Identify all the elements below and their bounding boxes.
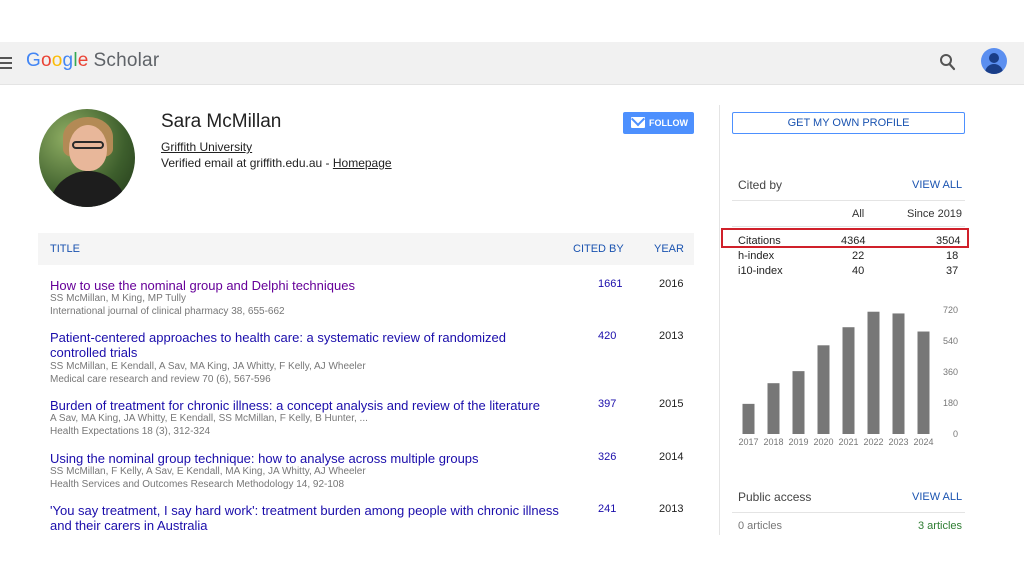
get-my-own-profile-button[interactable]: GET MY OWN PROFILE: [732, 112, 965, 134]
y-tick-label: 720: [943, 305, 958, 315]
y-tick-label: 540: [943, 336, 958, 346]
affiliation-link[interactable]: Griffith University: [161, 140, 252, 154]
citations-bar-2023[interactable]: [892, 313, 905, 434]
y-tick-label: 0: [953, 429, 958, 439]
article-title-link[interactable]: Burden of treatment for chronic illness:…: [50, 398, 565, 413]
article-venue: Health Expectations 18 (3), 312-324: [50, 426, 211, 437]
article-authors: A Sav, MA King, JA Whitty, E Kendall, SS…: [50, 413, 368, 424]
y-tick-label: 360: [943, 367, 958, 377]
search-icon[interactable]: [939, 52, 957, 72]
citations-bar-2022[interactable]: [867, 311, 880, 434]
x-tick-label: 2022: [863, 437, 883, 447]
article-year: 2016: [659, 278, 684, 290]
metric-label-i10-index: i10-index: [738, 265, 783, 277]
follow-button-label: FOLLOW: [649, 118, 688, 128]
article-authors: SS McMillan, M King, MP Tully: [50, 293, 186, 304]
x-tick-label: 2023: [888, 437, 908, 447]
logo-letter-o: o: [40, 50, 52, 71]
citations-bar-2019[interactable]: [792, 371, 805, 434]
article-year: 2015: [659, 398, 684, 410]
article-venue: Medical care research and review 70 (6),…: [50, 374, 271, 385]
profile-photo: [39, 109, 135, 207]
cited-by-heading: Cited by: [738, 178, 783, 192]
sort-by-cited-by[interactable]: CITED BY: [573, 243, 624, 255]
follow-button[interactable]: FOLLOW: [623, 112, 694, 134]
metric-all-h-index: 22: [852, 250, 865, 262]
not-available-count: 0 articles: [738, 520, 783, 532]
envelope-icon: [631, 117, 645, 128]
logo-product-name: Scholar: [93, 50, 160, 71]
citations-bar-2020[interactable]: [817, 345, 830, 434]
article-authors: SS McMillan, E Kendall, A Sav, MA King, …: [50, 361, 366, 372]
citations-bar-2017[interactable]: [742, 403, 755, 434]
cited-by-divider: [732, 200, 965, 201]
x-tick-label: 2020: [813, 437, 833, 447]
article-authors: SS McMillan, F Kelly, A Sav, E Kendall, …: [50, 466, 366, 477]
article-title-link[interactable]: Using the nominal group technique: how t…: [50, 451, 565, 466]
verified-email-text: Verified email at griffith.edu.au -: [161, 156, 333, 170]
sort-by-year[interactable]: YEAR: [654, 243, 684, 255]
cited-by-count-link[interactable]: 397: [598, 398, 616, 410]
google-scholar-logo[interactable]: Google Scholar: [26, 50, 159, 72]
articles-table-header: TITLE CITED BY YEAR: [38, 233, 694, 265]
column-divider: [719, 105, 720, 535]
citations-bar-2018[interactable]: [767, 383, 780, 434]
cited-by-count-link[interactable]: 241: [598, 503, 616, 515]
col-header-all: All: [852, 208, 865, 220]
metric-all-i10-index: 40: [852, 265, 865, 277]
logo-letter-g: G: [26, 50, 41, 71]
cited-by-view-all-link[interactable]: VIEW ALL: [912, 179, 962, 191]
public-access-divider: [732, 512, 965, 513]
hamburger-menu-icon[interactable]: [0, 54, 14, 70]
article-title-link[interactable]: 'You say treatment, I say hard work': tr…: [50, 503, 565, 533]
col-header-since: Since 2019: [907, 208, 963, 220]
article-title-link[interactable]: How to use the nominal group and Delphi …: [50, 278, 565, 293]
cited-by-count-link[interactable]: 1661: [598, 278, 622, 290]
logo-letter-e: e: [77, 50, 89, 71]
public-access-view-all-link[interactable]: VIEW ALL: [912, 491, 962, 503]
citations-bar-2021[interactable]: [842, 327, 855, 434]
verified-email-line: Verified email at griffith.edu.au - Home…: [161, 156, 392, 170]
article-title-link[interactable]: Patient-centered approaches to health ca…: [50, 330, 565, 360]
metric-since-h-index: 18: [946, 250, 959, 262]
account-avatar-icon[interactable]: [981, 48, 1007, 74]
homepage-link[interactable]: Homepage: [333, 156, 392, 170]
article-year: 2014: [659, 451, 684, 463]
article-venue: International journal of clinical pharma…: [50, 306, 285, 317]
logo-letter-o2: o: [51, 50, 63, 71]
sort-by-title[interactable]: TITLE: [50, 243, 80, 255]
citations-per-year-chart: 2017 2018 2019 2020 2021 2022 2023 2024 0 180 360 5…: [732, 300, 965, 450]
y-tick-label: 180: [943, 398, 958, 408]
metric-since-i10-index: 37: [946, 265, 959, 277]
citations-bar-chart-svg: 2017 2018 2019 2020 2021 2022 2023 2024 0 180 360 5…: [738, 305, 958, 447]
citations-highlight-annotation: [721, 228, 969, 248]
cited-by-count-link[interactable]: 326: [598, 451, 616, 463]
metrics-divider: [732, 226, 965, 227]
cited-by-count-link[interactable]: 420: [598, 330, 616, 342]
x-tick-label: 2017: [738, 437, 758, 447]
citations-bar-2024[interactable]: [917, 331, 930, 434]
top-app-bar: Google Scholar: [0, 42, 1024, 85]
article-venue: Health Services and Outcomes Research Me…: [50, 479, 345, 490]
x-tick-label: 2019: [788, 437, 808, 447]
profile-name: Sara McMillan: [161, 111, 282, 132]
article-year: 2013: [659, 330, 684, 342]
public-access-heading: Public access: [738, 490, 812, 504]
x-tick-label: 2018: [763, 437, 783, 447]
x-tick-label: 2021: [838, 437, 858, 447]
metric-label-h-index: h-index: [738, 250, 775, 262]
logo-letter-g2: g: [62, 50, 74, 71]
available-count: 3 articles: [918, 520, 963, 532]
article-year: 2013: [659, 503, 684, 515]
x-tick-label: 2024: [913, 437, 933, 447]
